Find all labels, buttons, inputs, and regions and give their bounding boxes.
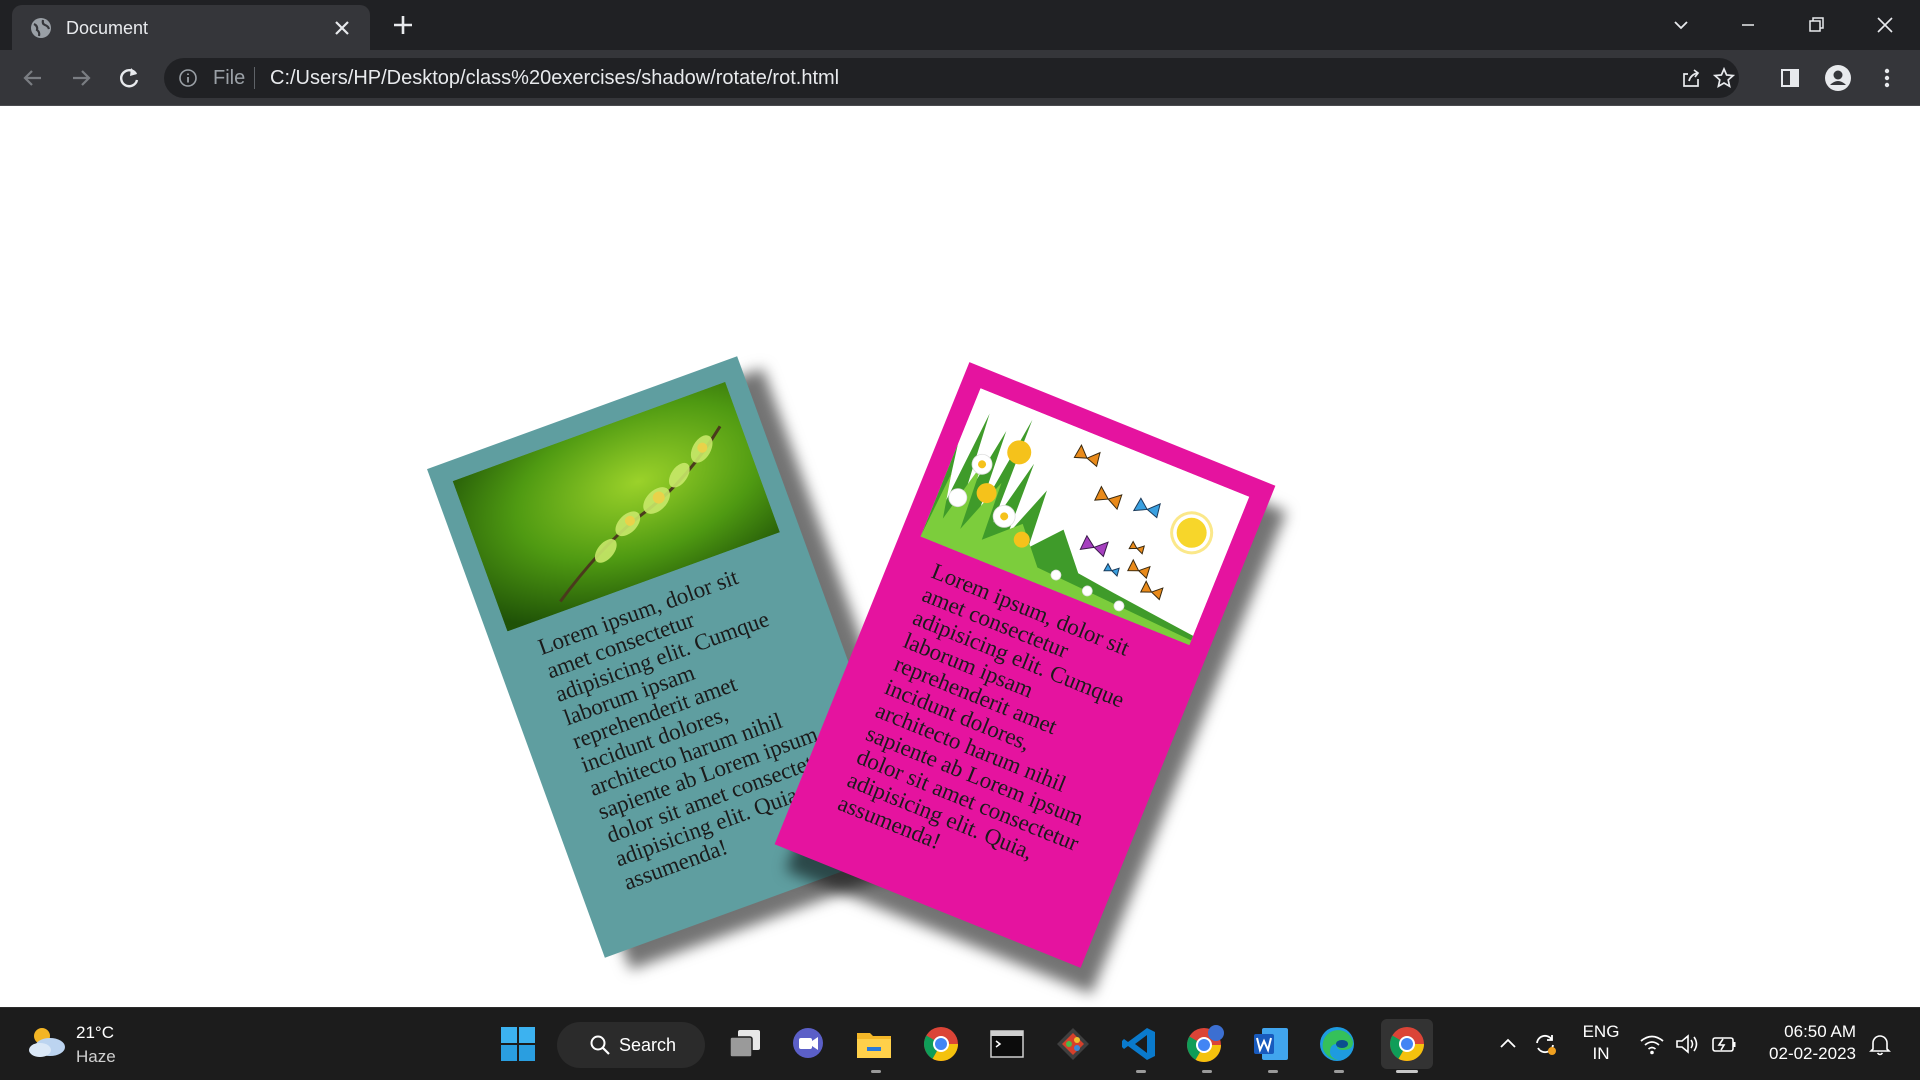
browser-toolbar: File C:/Users/HP/Desktop/class%20exercis… (0, 50, 1920, 106)
git-icon (1057, 1028, 1089, 1060)
chevron-up-icon[interactable] (1494, 1030, 1522, 1058)
running-indicator (1334, 1070, 1344, 1073)
taskbar-word[interactable] (1249, 1022, 1293, 1066)
wifi-icon[interactable] (1638, 1030, 1666, 1058)
weather-condition: Haze (76, 1047, 116, 1066)
tab-strip: Document (0, 0, 1920, 50)
reload-icon[interactable] (114, 63, 144, 93)
side-panel-icon[interactable] (1775, 63, 1805, 93)
sync-icon[interactable] (1531, 1030, 1559, 1058)
search-icon (590, 1035, 610, 1055)
restore-icon[interactable] (1801, 10, 1831, 40)
tab-close-icon[interactable] (332, 18, 352, 38)
taskbar-vscode[interactable] (1117, 1022, 1161, 1066)
region-label: IN (1592, 1044, 1610, 1063)
page-viewport: Lorem ipsum, dolor sit amet consectetur … (0, 107, 1920, 1007)
clock-time: 06:50 AM (1784, 1022, 1856, 1041)
notification-bell-icon[interactable] (1866, 1030, 1894, 1058)
address-bar[interactable]: File C:/Users/HP/Desktop/class%20exercis… (164, 58, 1739, 98)
edge-icon (1320, 1027, 1354, 1061)
taskbar-chrome-profile[interactable] (1183, 1022, 1227, 1066)
profile-avatar-icon[interactable] (1823, 63, 1853, 93)
language-label: ENG (1582, 1022, 1620, 1041)
taskbar-terminal[interactable] (985, 1022, 1029, 1066)
taskbar-chrome-active[interactable] (1381, 1019, 1433, 1069)
taskbar-task-view[interactable] (723, 1022, 767, 1066)
folder-icon (857, 1033, 891, 1058)
tab-document[interactable]: Document (12, 5, 370, 50)
url-scheme-label: File (213, 67, 246, 89)
terminal-icon (990, 1030, 1024, 1058)
url-text[interactable]: C:/Users/HP/Desktop/class%20exercises/sh… (270, 67, 839, 90)
forward-icon[interactable] (66, 63, 96, 93)
url-separator (254, 67, 255, 89)
chrome-icon (924, 1027, 958, 1061)
word-icon (1254, 1028, 1288, 1060)
new-tab-icon[interactable] (390, 12, 416, 38)
taskbar-git[interactable] (1051, 1022, 1095, 1066)
active-indicator (1396, 1070, 1418, 1073)
bookmark-star-icon[interactable] (1713, 67, 1735, 89)
chrome-icon (1390, 1027, 1424, 1061)
task-view-icon (729, 1030, 760, 1058)
tab-title: Document (66, 18, 149, 38)
running-indicator (871, 1070, 881, 1073)
menu-dots-icon[interactable] (1872, 63, 1902, 93)
running-indicator (1268, 1070, 1278, 1073)
taskbar-teams[interactable] (786, 1022, 830, 1066)
clock-date: 02-02-2023 (1769, 1044, 1856, 1063)
taskbar-chrome[interactable] (919, 1022, 963, 1066)
windows-taskbar: 21°C Haze Search ENG IN 06:50 AM 02-02-2… (0, 1007, 1920, 1080)
chrome-profile-icon (1187, 1025, 1224, 1062)
tab-search-icon[interactable] (1666, 10, 1696, 40)
globe-icon (31, 18, 51, 38)
battery-charging-icon[interactable] (1710, 1030, 1738, 1058)
windows-logo-icon (501, 1027, 535, 1061)
card-magenta: Lorem ipsum, dolor sit amet consectetur … (774, 362, 1276, 968)
search-label: Search (619, 1035, 677, 1055)
language-indicator[interactable]: ENG IN (1578, 1021, 1624, 1065)
system-clock[interactable]: 06:50 AM 02-02-2023 (1750, 1021, 1856, 1065)
taskbar-search[interactable]: Search (557, 1022, 705, 1068)
taskbar-edge[interactable] (1315, 1022, 1359, 1066)
weather-temperature: 21°C (76, 1023, 114, 1042)
share-icon[interactable] (1680, 67, 1702, 89)
back-icon[interactable] (18, 63, 48, 93)
weather-haze-icon[interactable] (26, 1024, 68, 1060)
taskbar-file-explorer[interactable] (852, 1022, 896, 1066)
running-indicator (1136, 1070, 1146, 1073)
close-window-icon[interactable] (1870, 10, 1900, 40)
vscode-icon (1122, 1028, 1155, 1060)
volume-icon[interactable] (1673, 1030, 1701, 1058)
minimize-icon[interactable] (1733, 10, 1763, 40)
running-indicator (1202, 1070, 1212, 1073)
info-icon[interactable] (178, 68, 198, 88)
start-button[interactable] (496, 1022, 540, 1066)
teams-chat-icon (793, 1028, 823, 1058)
